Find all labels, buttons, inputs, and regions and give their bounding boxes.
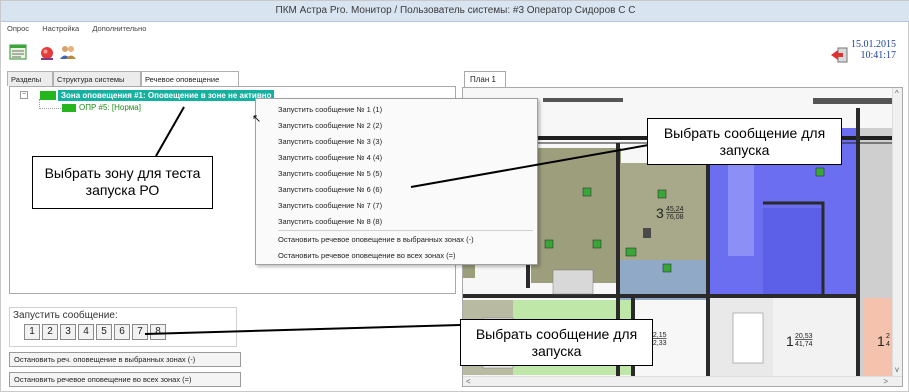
message-button-8[interactable]: 8 [150,324,166,340]
date-label: 15.01.2015 [851,39,896,50]
room-1-number: 1 [786,333,794,349]
message-button-7[interactable]: 7 [132,324,148,340]
opr-label: ОПР #5: [Норма] [79,103,141,112]
menu-item-poll[interactable]: Опрос [1,22,34,33]
menu-bar: Опрос Настройка Дополнительно [1,22,909,36]
toolbar [1,36,909,66]
ctx-stop-selected-zones[interactable]: Остановить речевое оповещение в выбранны… [278,235,474,244]
room-3-area-top: 45,24 [666,206,684,213]
room-1-area-top: 20,53 [795,333,813,340]
callout-select-message-top: Выбрать сообщение для запуска [647,118,842,165]
mouse-cursor-icon: ↖ [252,113,262,125]
tab-sections[interactable]: Разделы [7,71,53,86]
message-button-5[interactable]: 5 [96,324,112,340]
callout-select-message-bottom: Выбрать сообщение для запуска [460,319,653,366]
ctx-separator [278,230,533,231]
tab-system-structure[interactable]: Структура системы [53,71,141,86]
message-button-6[interactable]: 6 [114,324,130,340]
room-4-area-bottom: 4 [886,341,890,348]
ctx-launch-message-3[interactable]: Запустить сообщение № 3 (3) [278,137,382,146]
opr-device-icon [62,104,76,112]
room-4-area-top: 2 [886,333,890,340]
ctx-launch-message-6[interactable]: Запустить сообщение № 6 (6) [278,185,382,194]
ctx-launch-message-4[interactable]: Запустить сообщение № 4 (4) [278,153,382,162]
ctx-launch-message-7[interactable]: Запустить сообщение № 7 (7) [278,201,382,210]
launch-message-title: Запустить сообщение: [13,310,118,321]
window-title: ПКМ Астра Pro. Монитор / Пользователь си… [275,5,636,16]
plan-horizontal-scrollbar[interactable]: < > [463,376,902,386]
scroll-right-icon[interactable]: > [883,378,888,386]
ctx-launch-message-1[interactable]: Запустить сообщение № 1 (1) [278,105,382,114]
room-3-area-bottom: 76,08 [666,214,684,221]
menu-item-settings[interactable]: Настройка [36,22,84,33]
title-bar: ПКМ Астра Pro. Монитор / Пользователь си… [1,1,909,22]
message-button-4[interactable]: 4 [78,324,94,340]
message-button-2[interactable]: 2 [42,324,58,340]
menu-item-extra[interactable]: Дополнительно [86,22,151,33]
stop-all-zones-button[interactable]: Остановить речевое оповещение во всех зо… [9,372,241,387]
ctx-launch-message-8[interactable]: Запустить сообщение № 8 (8) [278,217,382,226]
context-menu: Запустить сообщение № 1 (1) Запустить со… [255,98,538,265]
tree-line [39,108,61,109]
stop-selected-zones-button[interactable]: Остановить реч. оповещение в выбранных з… [9,352,241,367]
datetime: 15.01.2015 10:41:17 [851,39,896,61]
scroll-down-icon[interactable]: v [895,366,899,374]
users-icon[interactable] [59,43,77,61]
scroll-left-icon[interactable]: < [466,378,471,386]
tree-expander-icon[interactable]: − [20,91,28,99]
zone-label[interactable]: Зона оповещения #1: Оповещение в зоне не… [58,90,275,101]
plan-vertical-scrollbar[interactable]: ^ v [892,88,902,376]
message-button-3[interactable]: 3 [60,324,76,340]
tab-plan-1[interactable]: План 1 [464,71,506,87]
app-window: ПКМ Астра Pro. Монитор / Пользователь си… [0,0,909,392]
ctx-launch-message-5[interactable]: Запустить сообщение № 5 (5) [278,169,382,178]
room-3-number: 3 [656,205,664,221]
message-button-1[interactable]: 1 [24,324,40,340]
room-1-area-bottom: 41,74 [795,341,813,348]
ctx-stop-all-zones[interactable]: Остановить речевое оповещение во всех зо… [278,251,456,260]
alarm-light-icon[interactable] [38,43,56,61]
scroll-up-icon[interactable]: ^ [895,90,899,98]
ctx-launch-message-2[interactable]: Запустить сообщение № 2 (2) [278,121,382,130]
zone-speaker-icon [40,91,56,100]
tab-voice-alert[interactable]: Речевое оповещение [141,71,239,87]
settings-window-icon[interactable] [9,43,27,61]
callout-select-zone: Выбрать зону для теста запуска РО [32,156,213,209]
room-4-number: 1 [877,333,885,349]
exit-icon[interactable] [830,47,848,63]
time-label: 10:41:17 [860,50,896,61]
